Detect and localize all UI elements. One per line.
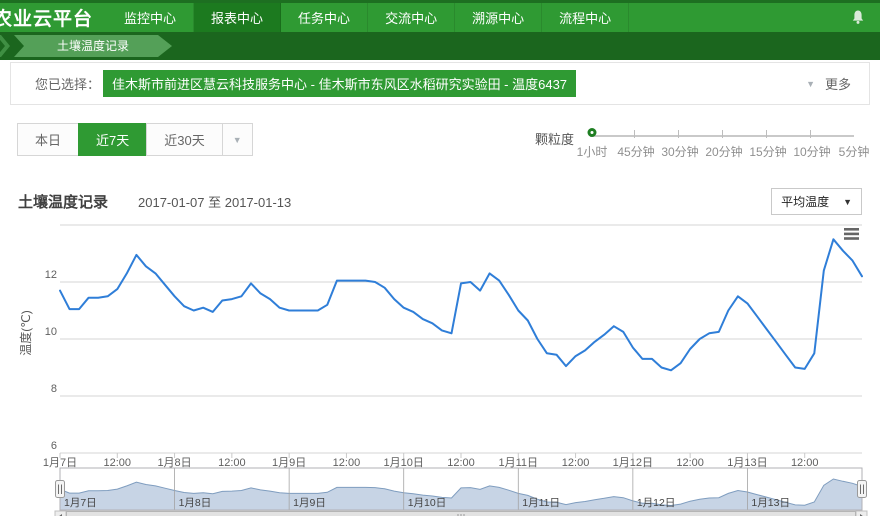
navigator-day-label: 1月10日 (408, 497, 447, 509)
metric-select-value: 平均温度 (781, 193, 829, 210)
nav-item-reports[interactable]: 报表中心 (194, 3, 281, 32)
slider-label-5m[interactable]: 5分钟 (839, 143, 870, 160)
x-axis-label: 1月10日 (384, 457, 424, 469)
page-title: 土壤温度记录 (18, 191, 108, 212)
x-axis-label: 1月8日 (157, 457, 191, 469)
x-axis-label: 12:00 (791, 457, 819, 469)
chart-area: 6 8 10 12 温度(℃) 1月7日 12:00 1月8日 12:00 1月9日 12:00 1月… (0, 221, 880, 516)
y-axis-title: 温度(℃) (18, 310, 33, 355)
nav-item-label: 任务中心 (298, 8, 350, 27)
x-axis-label: 12:00 (447, 457, 475, 469)
nav-item-traceability[interactable]: 溯源中心 (455, 3, 542, 32)
slider-label-10m[interactable]: 10分钟 (793, 143, 830, 160)
nav-item-label: 溯源中心 (472, 8, 524, 27)
nav-item-monitoring[interactable]: 监控中心 (107, 3, 194, 32)
x-axis-label: 12:00 (676, 457, 704, 469)
chart-header: 土壤温度记录 2017-01-07 至 2017-01-13 平均温度 ▼ (18, 188, 862, 215)
main-menu: 监控中心 报表中心 任务中心 交流中心 溯源中心 流程中心 (107, 0, 629, 32)
date-range-label: 2017-01-07 至 2017-01-13 (138, 192, 291, 211)
x-axis-label: 1月7日 (43, 457, 77, 469)
x-axis-label: 12:00 (104, 457, 132, 469)
navigator-day-label: 1月13日 (751, 497, 790, 509)
breadcrumb-item-soil-temperature[interactable]: 土壤温度记录 (14, 35, 172, 57)
top-navbar: 农业云平台 监控中心 报表中心 任务中心 交流中心 溯源中心 流程中心 (0, 0, 880, 32)
nav-item-process[interactable]: 流程中心 (542, 3, 629, 32)
selection-panel: 您已选择： 佳木斯市前进区慧云科技服务中心 - 佳木斯市东风区水稻研究实验田 -… (10, 62, 870, 105)
navigator-handle-right[interactable] (858, 481, 867, 498)
hamburger-icon-bar (844, 233, 859, 236)
more-button-label: 更多 (825, 74, 851, 93)
slider-label-20m[interactable]: 20分钟 (705, 143, 742, 160)
notification-bell-icon[interactable] (850, 0, 866, 32)
nav-item-communication[interactable]: 交流中心 (368, 3, 455, 32)
metric-select[interactable]: 平均温度 ▼ (771, 188, 862, 215)
slider-tick (634, 130, 635, 138)
granularity-control: 颗粒度 1小时 45分钟 30分钟 20分钟 15分钟 10分钟 5分钟 (535, 126, 862, 168)
controls-row: 本日 近7天 近30天 ▼ 颗粒度 1小时 45分钟 30分钟 20分钟 15分… (18, 123, 862, 168)
y-axis-label: 10 (45, 326, 57, 338)
navigator-handle-left[interactable] (56, 481, 65, 498)
hamburger-icon-bar (844, 228, 859, 231)
slider-tick (810, 130, 811, 138)
series-line (60, 239, 862, 370)
granularity-slider[interactable]: 1小时 45分钟 30分钟 20分钟 15分钟 10分钟 5分钟 (590, 126, 862, 168)
navigator-day-label: 1月9日 (293, 497, 326, 509)
navigator-day-label: 1月12日 (637, 497, 676, 509)
chevron-down-icon: ▼ (806, 79, 815, 89)
navigator-day-label: 1月11日 (522, 497, 560, 509)
breadcrumb: 土壤温度记录 (0, 32, 880, 60)
nav-item-tasks[interactable]: 任务中心 (281, 3, 368, 32)
context-menu-button[interactable] (844, 228, 859, 240)
slider-label-15m[interactable]: 15分钟 (749, 143, 786, 160)
slider-label-1h[interactable]: 1小时 (577, 143, 608, 160)
y-axis-label: 12 (45, 269, 57, 281)
y-axis-label: 8 (51, 383, 57, 395)
nav-item-label: 流程中心 (559, 8, 611, 27)
nav-item-label: 交流中心 (385, 8, 437, 27)
granularity-slider-handle[interactable] (588, 128, 597, 137)
range-button-group: 本日 近7天 近30天 ▼ (18, 123, 253, 156)
chevron-down-icon: ▼ (233, 135, 242, 145)
x-axis-label: 12:00 (333, 457, 361, 469)
nav-item-label: 监控中心 (124, 8, 176, 27)
slider-tick (766, 130, 767, 138)
chevron-down-icon: ▼ (843, 197, 852, 207)
range-button-today[interactable]: 本日 (17, 123, 79, 156)
temperature-chart-svg[interactable]: 6 8 10 12 温度(℃) 1月7日 12:00 1月8日 12:00 1月9日 12:00 1月… (0, 221, 880, 516)
app-logo: 农业云平台 (0, 0, 107, 32)
selected-device-chip[interactable]: 佳木斯市前进区慧云科技服务中心 - 佳木斯市东风区水稻研究实验田 - 温度643… (103, 70, 576, 97)
x-axis-label: 1月13日 (727, 457, 767, 469)
range-dropdown-button[interactable]: ▼ (222, 123, 253, 156)
more-button[interactable]: ▼ 更多 (806, 74, 851, 93)
nav-item-label: 报表中心 (211, 8, 263, 27)
y-axis-label: 6 (51, 440, 57, 452)
selection-label: 您已选择： (35, 74, 100, 93)
range-button-30days[interactable]: 近30天 (146, 123, 222, 156)
hamburger-icon-bar (844, 237, 859, 240)
x-axis-label: 1月12日 (613, 457, 653, 469)
x-axis-label: 12:00 (562, 457, 590, 469)
slider-tick (722, 130, 723, 138)
breadcrumb-chevron-icon (0, 35, 10, 57)
slider-label-45m[interactable]: 45分钟 (617, 143, 654, 160)
x-axis-label: 12:00 (218, 457, 246, 469)
navigator-day-label: 1月7日 (64, 497, 97, 509)
granularity-label: 颗粒度 (535, 129, 574, 168)
slider-label-30m[interactable]: 30分钟 (661, 143, 698, 160)
x-axis-label: 1月9日 (272, 457, 306, 469)
slider-tick (678, 130, 679, 138)
x-axis-label: 1月11日 (499, 457, 539, 469)
range-button-7days[interactable]: 近7天 (78, 123, 147, 156)
navigator-day-label: 1月8日 (179, 497, 212, 509)
